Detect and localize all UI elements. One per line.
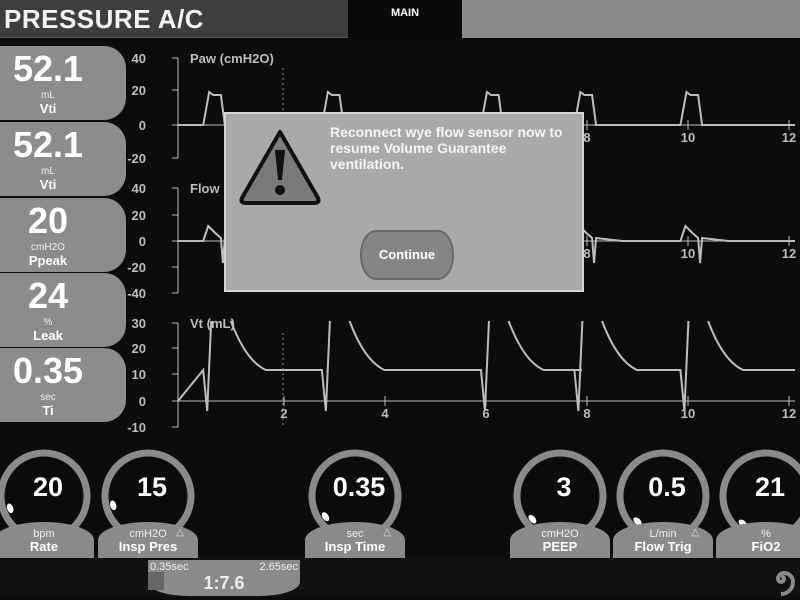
- tab-main[interactable]: MAIN: [348, 0, 462, 38]
- x-tick-label: 10: [681, 406, 695, 421]
- setting-value: 15: [136, 472, 168, 502]
- y-tick-label: -20: [127, 151, 146, 166]
- y-tick-label: 20: [132, 341, 146, 356]
- setting-name: Insp Pres: [118, 539, 178, 554]
- y-tick-label: -40: [127, 286, 146, 301]
- warning-triangle-icon: △: [176, 527, 184, 538]
- y-tick-label: 40: [132, 181, 146, 196]
- ie-ratio-indicator: 0.35sec 2.65sec 1:7.6: [148, 560, 300, 596]
- chart-title: Flow: [190, 181, 220, 196]
- y-tick-label: 30: [132, 316, 146, 331]
- setting-label-plate: sec Insp Time △: [305, 522, 405, 558]
- x-tick-label: 2: [280, 406, 287, 421]
- chart-title: Vt (mL): [190, 316, 235, 331]
- setting-dial-flow-trig[interactable]: 0.5 L/min Flow Trig △: [613, 446, 713, 558]
- ventilation-mode-title: PRESSURE A/C: [4, 4, 205, 34]
- status-bar: [0, 557, 800, 597]
- alert-dialog: Reconnect wye flow sensor now to resume …: [224, 112, 584, 292]
- setting-value: 0.5: [648, 472, 686, 502]
- setting-name: Flow Trig: [634, 539, 692, 554]
- setting-label-plate: cmH2O PEEP: [510, 522, 610, 558]
- alert-message: Reconnect wye flow sensor now to resume …: [330, 124, 563, 172]
- y-tick-label: 0: [139, 234, 146, 249]
- y-tick-label: 0: [139, 118, 146, 133]
- x-tick-label: 12: [782, 246, 796, 261]
- ie-insp-time: 0.35sec: [150, 561, 189, 573]
- setting-value: 3: [556, 472, 572, 502]
- setting-value: 20: [32, 472, 64, 502]
- warning-icon: [239, 130, 321, 205]
- header-status-bar: [462, 0, 800, 38]
- x-tick-label: 10: [681, 130, 695, 145]
- y-tick-label: -10: [127, 420, 146, 435]
- x-tick-label: 12: [782, 406, 796, 421]
- continue-button[interactable]: Continue: [360, 230, 454, 280]
- y-tick-label: -20: [127, 260, 146, 275]
- setting-dial-peep[interactable]: 3 cmH2O PEEP: [510, 446, 610, 558]
- y-tick-label: 20: [132, 83, 146, 98]
- setting-dial-insp-pres[interactable]: 15 cmH2O Insp Pres △: [98, 446, 198, 558]
- y-tick-label: 0: [139, 394, 146, 409]
- x-tick-label: 12: [782, 130, 796, 145]
- setting-label-plate: cmH2O Insp Pres △: [98, 522, 198, 558]
- x-tick-label: 8: [583, 130, 590, 145]
- setting-label-plate: bpm Rate: [0, 522, 94, 558]
- warning-triangle-icon: △: [383, 527, 391, 538]
- setting-label-plate: L/min Flow Trig △: [613, 522, 713, 558]
- setting-name: FiO2: [751, 539, 781, 554]
- setting-name: Insp Time: [324, 539, 386, 554]
- ie-exp-time: 2.65sec: [259, 561, 298, 573]
- setting-dial-fio2[interactable]: 21 % FiO2: [716, 446, 800, 558]
- spiral-logo-icon: [775, 570, 796, 596]
- x-tick-label: 8: [583, 246, 590, 261]
- setting-name: PEEP: [542, 539, 578, 554]
- setting-dial-insp-time[interactable]: 0.35 sec Insp Time △: [305, 446, 405, 558]
- setting-value: 21: [754, 472, 786, 502]
- waveform-trace: [177, 320, 795, 412]
- x-tick-label: 10: [681, 246, 695, 261]
- setting-value: 0.35: [332, 472, 386, 502]
- y-tick-label: 10: [132, 367, 146, 382]
- setting-dial-rate[interactable]: 20 bpm Rate: [0, 446, 94, 558]
- tab-main-label: MAIN: [390, 7, 420, 19]
- setting-label-plate: % FiO2: [716, 522, 800, 558]
- setting-name: Rate: [29, 539, 59, 554]
- x-tick-label: 4: [381, 406, 389, 421]
- ie-ratio-value: 1:7.6: [203, 573, 245, 593]
- warning-triangle-icon: △: [691, 527, 699, 538]
- x-tick-label: 8: [583, 406, 590, 421]
- chart-title: Paw (cmH2O): [190, 51, 274, 66]
- y-tick-label: 40: [132, 51, 146, 66]
- y-tick-label: 20: [132, 208, 146, 223]
